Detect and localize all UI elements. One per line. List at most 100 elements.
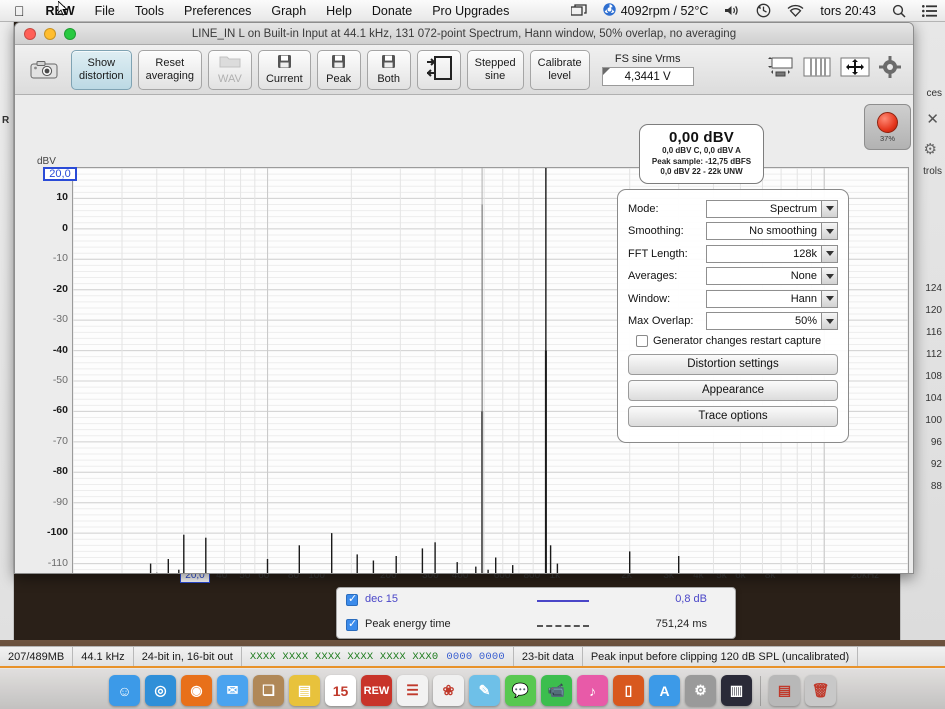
settings-label-4: Window: [628,292,671,305]
dock-item-appstore[interactable]: A [649,675,680,706]
background-left-label: R [2,115,10,126]
chevron-down-icon[interactable] [821,267,838,285]
stepped-sine-button[interactable]: Stepped sine [466,49,524,90]
settings-dropdown-4[interactable]: Hann [706,289,838,308]
y-tick-0: 0 [62,221,68,234]
settings-dropdown-2[interactable]: 128k [706,244,838,263]
float-checkbox-dec15[interactable] [346,592,358,606]
distortion-settings-button[interactable]: Distortion settings [628,353,838,375]
dock-item-preview[interactable]: ✎ [469,675,500,706]
window-minimize-button[interactable] [44,27,56,40]
float-checkbox-peak-energy[interactable] [346,617,358,631]
dock-item-mail[interactable]: ✉ [217,675,248,706]
dock-item-firefox[interactable]: ◉ [181,675,212,706]
y-axis-top-field[interactable]: 20,0 [43,167,77,181]
dock-item-reminders[interactable]: ☰ [397,675,428,706]
calibrate-level-button[interactable]: Calibrate level [529,49,590,90]
dock-item-system-preferences[interactable]: ⚙ [685,675,716,706]
dock-item-ibooks[interactable]: ▯ [613,675,644,706]
dock-item-messages[interactable]: 💬 [505,675,536,706]
window-close-button[interactable] [24,27,36,40]
show-distortion-button[interactable]: Show distortion [71,49,132,90]
generator-restart-checkbox-row[interactable]: Generator changes restart capture [636,334,838,347]
bars-icon[interactable] [803,56,831,83]
settings-dropdown-1[interactable]: No smoothing [706,222,838,240]
dock-item-safari[interactable]: ◎ [145,675,176,706]
menu-item-preferences[interactable]: Preferences [174,4,261,18]
status-bits-green: XXXX XXXX XXXX XXXX XXXX XXX0 [249,650,439,663]
menu-item-pro-upgrades[interactable]: Pro Upgrades [422,4,519,18]
save-peak-button[interactable]: Peak [316,49,361,90]
gear-icon[interactable] [879,56,901,83]
settings-row-window: Window: Hann [628,289,838,308]
io-routing-icon [425,55,453,84]
time-machine-icon[interactable] [748,3,779,18]
fs-sine-input[interactable]: 4,3441 V [601,67,694,86]
chevron-down-icon[interactable] [821,312,838,330]
settings-dropdown-0[interactable]: Spectrum [706,199,838,218]
limits-icon[interactable] [764,55,794,84]
settings-label-2: FFT Length: [628,247,688,260]
apple-icon[interactable]:  [0,4,36,18]
dock-item-facetime[interactable]: 📹 [541,675,572,706]
screens-icon[interactable] [563,4,595,17]
reset-averaging-line1: Reset [155,57,185,70]
y-tick-neg30: -30 [52,313,68,326]
float-row-1[interactable]: Peak energy time 751,24 ms [337,613,735,638]
y-tick-neg70: -70 [52,434,68,447]
chevron-down-icon[interactable] [821,222,838,240]
search-icon[interactable] [884,4,914,18]
gear-icon[interactable]: ⚙ [924,140,937,158]
record-level-button[interactable]: 37% [864,104,911,150]
dock-item-audio-app[interactable]: ▥ [721,675,752,706]
dock-item-itunes[interactable]: ♪ [577,675,608,706]
right-strip-text-0: ces [926,88,942,99]
reset-averaging-button[interactable]: Reset averaging [137,49,202,90]
chevron-down-icon[interactable] [821,289,838,308]
save-both-button[interactable]: Both [366,49,411,90]
menubar-clock[interactable]: tors 20:43 [812,4,884,18]
io-routing-button[interactable] [416,49,461,90]
right-strip-text-6: 108 [925,371,942,382]
chevron-down-icon[interactable] [821,244,838,263]
fan-status-item[interactable]: 4092rpm / 52°C [595,2,717,19]
menu-item-file[interactable]: File [85,4,125,18]
toolbar: Show distortion Reset averaging WAV Curr… [15,45,913,95]
settings-label-5: Max Overlap: [628,315,694,327]
status-memory[interactable]: 207/489MB [0,647,74,666]
notification-center-icon[interactable] [914,4,945,17]
save-wav-label: WAV [218,72,242,85]
dock-item-contacts[interactable]: ❏ [253,675,284,706]
wifi-icon[interactable] [779,4,812,17]
chevron-down-icon[interactable] [821,199,838,218]
dock-item-photos[interactable]: ❀ [433,675,464,706]
settings-dropdown-3[interactable]: None [706,267,838,285]
status-spare [858,647,945,666]
menu-item-tools[interactable]: Tools [125,4,174,18]
close-icon[interactable]: ✕ [926,110,939,128]
dock-item-calendar[interactable]: 15 [325,675,356,706]
settings-dropdown-5[interactable]: 50% [706,312,838,330]
trace-options-button[interactable]: Trace options [628,405,838,427]
float-row-0[interactable]: dec 15 0,8 dB [337,588,735,613]
y-tick-neg50: -50 [52,374,68,386]
status-clipping-info: Peak input before clipping 120 dB SPL (u… [583,647,859,666]
menu-item-graph[interactable]: Graph [261,4,316,18]
generator-restart-checkbox[interactable] [636,334,648,347]
volume-icon[interactable] [716,4,748,17]
save-current-button[interactable]: Current [257,49,311,90]
dock-item-rew[interactable]: REW [361,675,392,706]
dock-item-downloads[interactable]: ▤ [769,675,800,706]
fit-icon[interactable] [840,56,870,83]
float-line-peak-energy [537,625,589,627]
dock-item-notes[interactable]: ▤ [289,675,320,706]
menu-item-donate[interactable]: Donate [362,4,422,18]
appearance-button[interactable]: Appearance [628,379,838,401]
camera-icon[interactable] [23,50,65,90]
dock-item-trash[interactable]: 🗑 [805,675,836,706]
float-value-peak-energy: 751,24 ms [655,618,707,630]
window-zoom-button[interactable] [64,27,76,40]
menu-item-help[interactable]: Help [316,4,362,18]
readout-main-value: 0,00 dBV [669,129,734,146]
dock-item-finder[interactable]: ☺ [109,675,140,706]
